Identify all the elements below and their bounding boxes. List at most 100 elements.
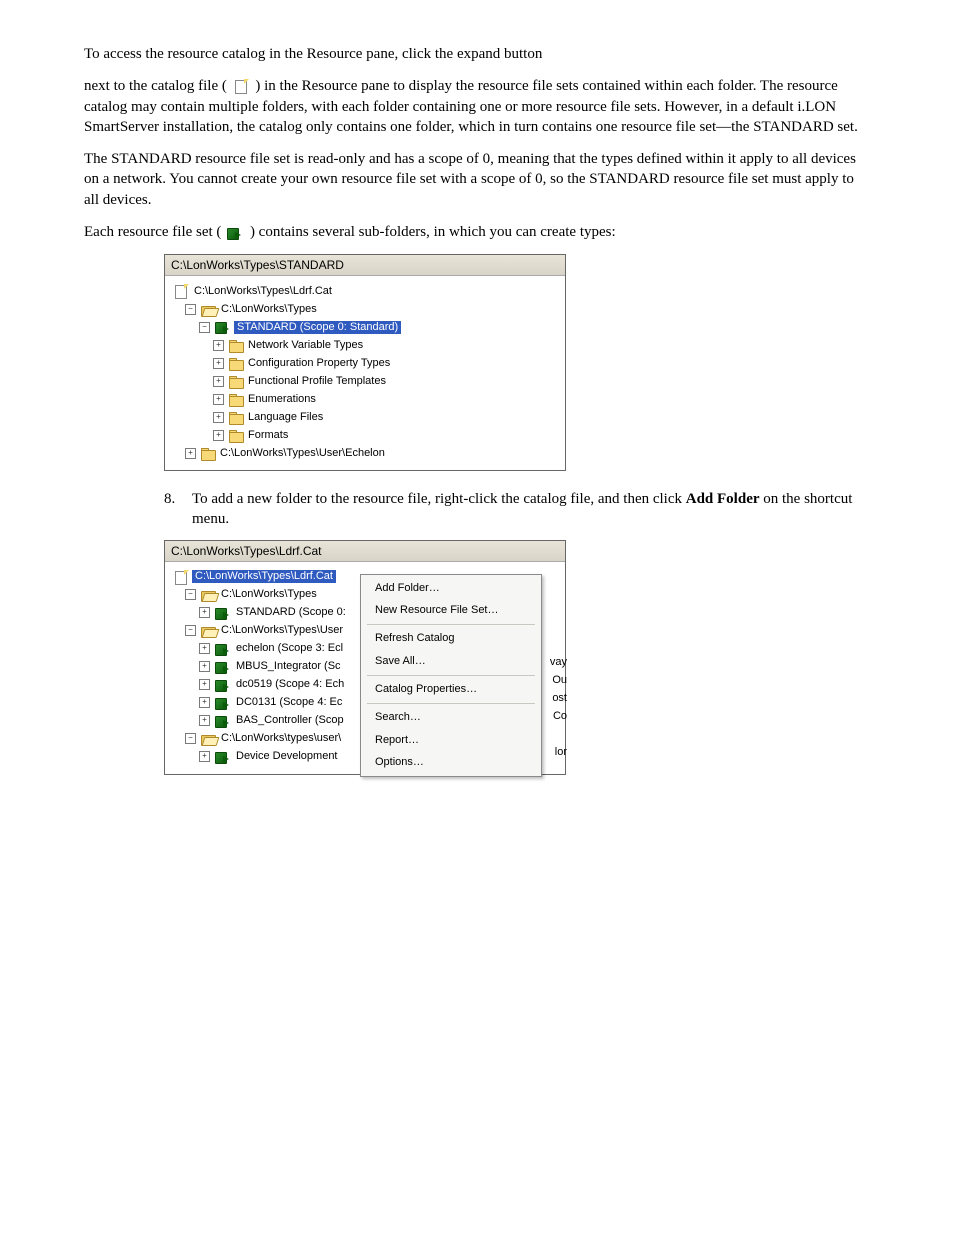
- menu-separator: [367, 703, 535, 704]
- tree-label-selected: STANDARD (Scope 0: Standard): [234, 321, 401, 334]
- text: The STANDARD resource file set is read-o…: [84, 151, 856, 208]
- tree-label: MBUS_Integrator (Sc: [234, 660, 343, 673]
- resource-set-icon: [227, 227, 243, 239]
- menu-item-options[interactable]: Options…: [363, 751, 539, 774]
- resource-set-icon: [215, 751, 231, 763]
- menu-item-new-set[interactable]: New Resource File Set…: [363, 599, 539, 622]
- text: ) contains several sub-folders, in which…: [250, 224, 616, 240]
- text: Each resource file set (: [84, 224, 221, 240]
- tree-label: C:\LonWorks\Types: [219, 303, 319, 316]
- expander-plus-icon[interactable]: +: [199, 661, 210, 672]
- folder-closed-icon: [229, 412, 243, 423]
- expander-plus-icon[interactable]: +: [213, 394, 224, 405]
- cropped-text: Co: [553, 709, 567, 724]
- tree-label: C:\LonWorks\Types\User\Echelon: [218, 447, 387, 460]
- expander-plus-icon[interactable]: +: [213, 340, 224, 351]
- folder-closed-icon: [229, 430, 243, 441]
- catalog-icon: [233, 79, 249, 93]
- resource-set-icon: [215, 661, 231, 673]
- tree-label: BAS_Controller (Scop: [234, 714, 346, 727]
- bold-text: Add Folder: [686, 491, 760, 507]
- tree-view: C:\LonWorks\Types\Ldrf.Cat − C:\LonWorks…: [165, 276, 565, 470]
- expander-plus-icon[interactable]: +: [199, 751, 210, 762]
- menu-item-save-all[interactable]: Save All…: [363, 650, 539, 673]
- tree-row-resource-set[interactable]: − STANDARD (Scope 0: Standard): [171, 318, 559, 336]
- tree-label: Functional Profile Templates: [246, 375, 388, 388]
- step-number: 8.: [164, 489, 192, 530]
- tree-label: Configuration Property Types: [246, 357, 392, 370]
- tree-row[interactable]: + Formats: [171, 426, 559, 444]
- tree-row-folder[interactable]: − C:\LonWorks\Types: [171, 300, 559, 318]
- expander-minus-icon[interactable]: −: [185, 733, 196, 744]
- expander-plus-icon[interactable]: +: [199, 679, 210, 690]
- resource-panel-1: C:\LonWorks\Types\STANDARD C:\LonWorks\T…: [164, 254, 566, 471]
- tree-row[interactable]: + Language Files: [171, 408, 559, 426]
- tree-label: Device Development: [234, 750, 340, 763]
- tree-label: C:\LonWorks\Types\User: [219, 624, 345, 637]
- cropped-text: vay: [550, 655, 567, 670]
- resource-set-icon: [215, 679, 231, 691]
- context-menu: Add Folder… New Resource File Set… Refre…: [360, 574, 542, 778]
- text: To add a new folder to the resource file…: [192, 491, 686, 507]
- expander-minus-icon[interactable]: −: [185, 589, 196, 600]
- folder-open-icon: [201, 733, 216, 744]
- menu-item-report[interactable]: Report…: [363, 729, 539, 752]
- instruction-step-8: 8. To add a new folder to the resource f…: [164, 489, 870, 530]
- panel-header: C:\LonWorks\Types\STANDARD: [165, 255, 565, 276]
- menu-separator: [367, 624, 535, 625]
- tree-row-folder[interactable]: + C:\LonWorks\Types\User\Echelon: [171, 444, 559, 462]
- folder-closed-icon: [229, 358, 243, 369]
- menu-item-add-folder[interactable]: Add Folder…: [363, 577, 539, 600]
- expander-plus-icon[interactable]: +: [213, 430, 224, 441]
- catalog-icon: [173, 570, 189, 584]
- cropped-text: lor: [555, 745, 567, 760]
- menu-item-search[interactable]: Search…: [363, 706, 539, 729]
- tree-row[interactable]: + Functional Profile Templates: [171, 372, 559, 390]
- expander-minus-icon[interactable]: −: [185, 625, 196, 636]
- tree-label: C:\LonWorks\Types\Ldrf.Cat: [192, 285, 334, 298]
- paragraph-3: Each resource file set ( ) contains seve…: [84, 222, 870, 242]
- text: To access the resource catalog in the Re…: [84, 46, 542, 62]
- tree-label: Enumerations: [246, 393, 318, 406]
- resource-set-icon: [215, 321, 231, 333]
- expander-plus-icon[interactable]: +: [213, 376, 224, 387]
- folder-closed-icon: [229, 340, 243, 351]
- expander-minus-icon[interactable]: −: [199, 322, 210, 333]
- tree-label: Language Files: [246, 411, 325, 424]
- expander-plus-icon[interactable]: +: [199, 643, 210, 654]
- expander-plus-icon[interactable]: +: [185, 448, 196, 459]
- tree-label-selected: C:\LonWorks\Types\Ldrf.Cat: [192, 570, 336, 583]
- expander-plus-icon[interactable]: +: [199, 715, 210, 726]
- tree-label: dc0519 (Scope 4: Ech: [234, 678, 346, 691]
- tree-row[interactable]: + Configuration Property Types: [171, 354, 559, 372]
- resource-set-icon: [215, 643, 231, 655]
- folder-closed-icon: [229, 394, 243, 405]
- panel-header: C:\LonWorks\Types\Ldrf.Cat: [165, 541, 565, 562]
- expander-plus-icon[interactable]: +: [199, 607, 210, 618]
- menu-item-catalog-properties[interactable]: Catalog Properties…: [363, 678, 539, 701]
- paragraph-2: The STANDARD resource file set is read-o…: [84, 149, 870, 210]
- resource-set-icon: [215, 607, 231, 619]
- tree-label: STANDARD (Scope 0:: [234, 606, 348, 619]
- tree-row-catalog[interactable]: C:\LonWorks\Types\Ldrf.Cat: [171, 282, 559, 300]
- folder-closed-icon: [229, 376, 243, 387]
- tree-label: C:\LonWorks\Types: [219, 588, 319, 601]
- text: next to the catalog file (: [84, 78, 227, 94]
- tree-row[interactable]: + Enumerations: [171, 390, 559, 408]
- folder-open-icon: [201, 589, 216, 600]
- cropped-text: ost: [552, 691, 567, 706]
- paragraph-1: To access the resource catalog in the Re…: [84, 44, 870, 64]
- folder-open-icon: [201, 625, 216, 636]
- catalog-icon: [173, 284, 189, 298]
- expander-plus-icon[interactable]: +: [213, 412, 224, 423]
- menu-item-refresh[interactable]: Refresh Catalog: [363, 627, 539, 650]
- expander-plus-icon[interactable]: +: [213, 358, 224, 369]
- expander-plus-icon[interactable]: +: [199, 697, 210, 708]
- tree-row[interactable]: + Network Variable Types: [171, 336, 559, 354]
- expander-minus-icon[interactable]: −: [185, 304, 196, 315]
- menu-separator: [367, 675, 535, 676]
- folder-open-icon: [201, 304, 216, 315]
- folder-closed-icon: [201, 448, 215, 459]
- tree-label: echelon (Scope 3: Ecl: [234, 642, 345, 655]
- tree-label: C:\LonWorks\types\user\: [219, 732, 343, 745]
